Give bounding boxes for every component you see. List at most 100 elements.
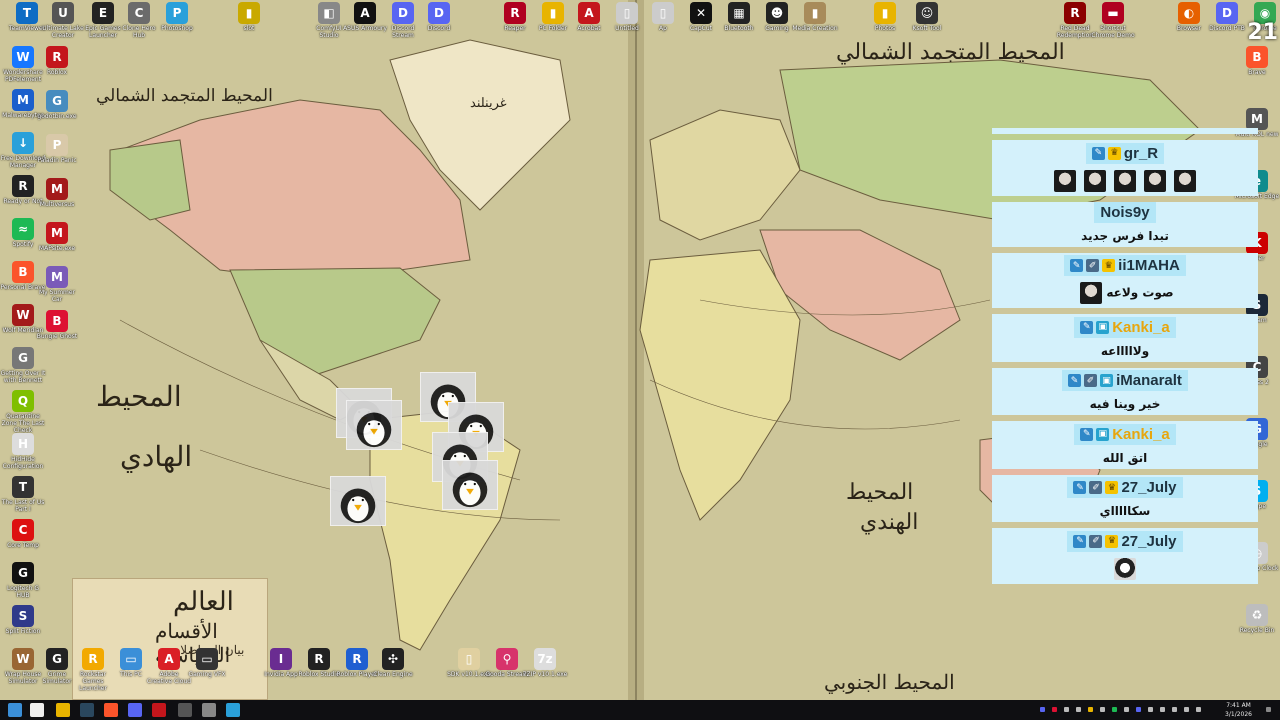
app-icon: ▯ (458, 648, 480, 670)
desktop-shortcut[interactable]: Ggodotbin.exe (34, 90, 80, 120)
tray-icon[interactable] (1064, 707, 1069, 712)
chat-message: ✎ ✐ ▣ iManaralt خير وينا فيه (992, 367, 1258, 415)
tray-icon[interactable] (1172, 707, 1177, 712)
settings-icon[interactable] (202, 703, 216, 717)
app-icon: C (128, 2, 150, 24)
desktop-shortcut[interactable]: G Logitech G HUB (0, 562, 46, 599)
desktop-shortcut[interactable]: R Roblox (34, 46, 80, 76)
tray-icon[interactable] (1040, 707, 1045, 712)
chat-message: ✎ ✐ ♛ 27_July سكاااااي (992, 474, 1258, 522)
app-icon: G (12, 562, 34, 584)
app-icon: ▦ (728, 2, 750, 24)
taskbar-clock[interactable]: 7:41 AM 3/1/2026 (1225, 701, 1252, 719)
desktop-shortcut[interactable]: P Photoshop (154, 2, 200, 32)
pen-badge-icon: ✎ (1073, 481, 1087, 494)
desktop-shortcut[interactable]: ▭ Gaming VFX (184, 648, 230, 678)
app-icon: ◧ (318, 2, 340, 24)
app-icon: P (166, 2, 188, 24)
desktop-shortcut[interactable]: H HidHide Configuration (0, 433, 46, 470)
chat-username: iManaralt (1116, 372, 1182, 389)
desktop-shortcut[interactable]: B Bungie Ghost (34, 310, 80, 340)
desktop-shortcut[interactable]: ▬ Shortcut Chrome Demo (1090, 2, 1136, 39)
desktop-shortcut[interactable]: D Discord (416, 2, 462, 32)
desktop-shortcut[interactable]: ♻ Recycle Bin (1234, 604, 1280, 634)
app-icon: M (46, 266, 68, 288)
desktop-shortcut[interactable]: Q Quarantine Zone The Last Check (0, 390, 46, 434)
file-explorer-icon[interactable] (56, 703, 70, 717)
app-icon: D (1216, 2, 1238, 24)
app-icon: W (12, 648, 34, 670)
discord-icon[interactable] (128, 703, 142, 717)
desktop-shortcut[interactable]: ▮ Media Creation (792, 2, 838, 32)
crown-badge-icon: ♛ (1107, 146, 1121, 160)
map-label-greenland: غرينلند (470, 96, 507, 111)
notification-icon[interactable] (1266, 707, 1271, 712)
tray-icon[interactable] (1112, 707, 1117, 712)
chat-message: ✎ ▣ Kanki_a اتق الله (992, 421, 1258, 469)
desktop-shortcut[interactable]: M My Summer Car (34, 266, 80, 303)
app-icon: T (16, 2, 38, 24)
desktop-shortcut[interactable]: ▮ Photos (862, 2, 908, 32)
chat-top-bar (992, 128, 1258, 134)
desktop-shortcut[interactable]: ▮ slot (226, 2, 272, 32)
chat-message: ✎ ♛ gr_R (992, 140, 1258, 196)
acrobat-icon[interactable] (152, 703, 166, 717)
obs-icon[interactable] (178, 703, 192, 717)
tray-icon[interactable] (1100, 707, 1105, 712)
desktop-shortcut[interactable]: ✣ Clean Engine (370, 648, 416, 678)
face-emote-icon (1080, 282, 1103, 304)
shortcut-label: 7ZIP v10.1.exe (522, 671, 568, 678)
desktop-shortcut[interactable]: ☺ Ksoft Tool (904, 2, 950, 32)
app-icon: C (12, 519, 34, 541)
taskbar: 7:41 AM 3/1/2026 (0, 700, 1280, 720)
chat-username: 27_July (1121, 532, 1177, 550)
tray-icon[interactable] (1148, 707, 1153, 712)
tray-icon[interactable] (1076, 707, 1081, 712)
shortcut-label: Shortcut Chrome Demo (1091, 25, 1135, 39)
tray-icon[interactable] (1196, 707, 1201, 712)
pen-badge-icon: ✎ (1080, 320, 1094, 334)
map-label-southern: المحيط الجنوبي (824, 670, 955, 694)
search-button-icon[interactable] (30, 703, 44, 717)
desktop-shortcut[interactable]: C Core Temp (0, 519, 46, 549)
penguin-sticker (346, 400, 402, 450)
desktop-shortcut[interactable]: P Paladin Panic (34, 134, 80, 164)
map-label-pacific-1: المحيط (96, 380, 182, 413)
tray-icon[interactable] (1088, 707, 1093, 712)
chat-username: Kanki_a (1112, 318, 1170, 336)
tray-icon[interactable] (1052, 707, 1057, 712)
app-icon: 7z (534, 648, 556, 670)
chat-message-text: اتق الله (1102, 450, 1148, 465)
shortcut-label: Core Temp (7, 542, 39, 549)
tray-icon[interactable] (1184, 707, 1189, 712)
app-icon: ▮ (542, 2, 564, 24)
app-icon: M (46, 178, 68, 200)
tray-icon[interactable] (1124, 707, 1129, 712)
app-icon: D (428, 2, 450, 24)
desktop-shortcut[interactable]: 7z 7ZIP v10.1.exe (522, 648, 568, 678)
desktop-shortcut[interactable]: M Multiversus (34, 178, 80, 208)
penguin-sticker (330, 476, 386, 526)
app-icon: M (46, 222, 68, 244)
desktop-shortcut[interactable]: B Brave (1234, 46, 1280, 76)
map-label-pacific-2: الهادي (120, 440, 193, 473)
pen-badge-icon: ✎ (1070, 259, 1084, 272)
app-icon: ↓ (12, 132, 34, 154)
game-badge-icon: ▣ (1096, 427, 1110, 441)
steam-icon[interactable] (80, 703, 94, 717)
desktop-shortcut[interactable]: S Split Fiction (0, 605, 46, 635)
photoshop-icon[interactable] (226, 703, 240, 717)
start-button-icon[interactable] (8, 703, 22, 717)
desktop-shortcut[interactable]: G Getting Over It with Bennett (0, 347, 46, 384)
tray-icon[interactable] (1160, 707, 1165, 712)
chat-username-row: ✎ ✐ ♛ 27_July (1067, 477, 1183, 498)
app-icon: ▭ (120, 648, 142, 670)
tray-icon[interactable] (1136, 707, 1141, 712)
brave-icon[interactable] (104, 703, 118, 717)
shortcut-label: HidHide Configuration (2, 456, 44, 470)
desktop-shortcut[interactable]: M MAPsite.exe (34, 222, 80, 252)
face-emote-icon (1174, 169, 1196, 192)
chat-username-row: ✎ ▣ Kanki_a (1074, 316, 1176, 338)
desktop-shortcut[interactable]: T The Last of Us Part I (0, 476, 46, 513)
app-icon: M (1246, 108, 1268, 130)
